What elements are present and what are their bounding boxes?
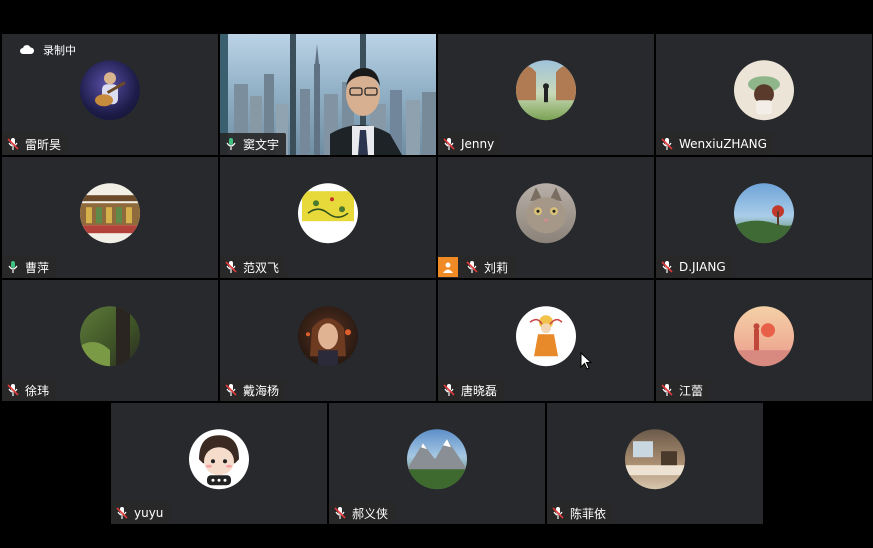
mic-muted-icon[interactable] bbox=[224, 383, 238, 397]
avatar-library bbox=[80, 182, 140, 243]
participant-tile[interactable]: 江蕾 bbox=[656, 280, 872, 401]
participant-name: D.JIANG bbox=[679, 260, 726, 274]
participant-tile[interactable]: 曹萍 bbox=[2, 157, 218, 278]
participant-name: 范双飞 bbox=[243, 260, 280, 275]
person-icon bbox=[443, 262, 453, 273]
avatar-yellow-art bbox=[298, 182, 358, 243]
avatar-cat bbox=[516, 182, 576, 243]
mic-muted-icon[interactable] bbox=[115, 506, 129, 520]
nameplate: 曹萍 bbox=[2, 256, 57, 278]
participant-tile[interactable]: WenxiuZHANG bbox=[656, 34, 872, 155]
avatar-mountain bbox=[407, 428, 467, 489]
nameplate: 唐晓磊 bbox=[438, 379, 505, 401]
nameplate: 刘莉 bbox=[438, 256, 516, 278]
participant-name: 刘莉 bbox=[484, 260, 509, 275]
nameplate: 徐玮 bbox=[2, 379, 57, 401]
participant-tile[interactable]: D.JIANG bbox=[656, 157, 872, 278]
avatar-girl-hat bbox=[734, 59, 794, 120]
recording-label: 录制中 bbox=[43, 44, 76, 57]
host-badge bbox=[438, 257, 458, 277]
nameplate: 江蕾 bbox=[656, 379, 711, 401]
participant-name: yuyu bbox=[134, 506, 164, 520]
mic-muted-icon[interactable] bbox=[6, 137, 20, 151]
participant-tile[interactable]: 刘莉 bbox=[438, 157, 654, 278]
mic-muted-icon[interactable] bbox=[224, 260, 238, 274]
avatar-cartoon bbox=[516, 305, 576, 366]
mic-on-icon[interactable] bbox=[224, 137, 238, 151]
nameplate: 窦文宇 bbox=[220, 133, 287, 155]
avatar-sky bbox=[734, 182, 794, 243]
nameplate: yuyu bbox=[111, 502, 171, 524]
participant-name: 郝义侠 bbox=[352, 506, 389, 521]
nameplate: 陈菲依 bbox=[547, 502, 614, 524]
cloud-icon bbox=[20, 45, 34, 54]
participant-tile[interactable]: 戴海杨 bbox=[220, 280, 436, 401]
participant-tile[interactable]: 唐晓磊 bbox=[438, 280, 654, 401]
mic-muted-icon[interactable] bbox=[333, 506, 347, 520]
mic-muted-icon[interactable] bbox=[551, 506, 565, 520]
nameplate: 郝义侠 bbox=[329, 502, 396, 524]
participant-name: Jenny bbox=[461, 137, 495, 151]
participant-name: 陈菲依 bbox=[570, 506, 607, 521]
avatar-portrait bbox=[298, 305, 358, 366]
mouse-cursor-icon bbox=[580, 352, 592, 370]
participant-tile[interactable]: 录制中 雷昕昊 bbox=[2, 34, 218, 155]
nameplate: WenxiuZHANG bbox=[656, 133, 774, 155]
mic-muted-icon[interactable] bbox=[465, 260, 479, 274]
participant-tile[interactable]: yuyu bbox=[111, 403, 327, 524]
participant-tile[interactable]: 范双飞 bbox=[220, 157, 436, 278]
avatar-guitar bbox=[80, 59, 140, 120]
recording-indicator: 录制中 bbox=[20, 42, 76, 58]
mic-muted-icon[interactable] bbox=[442, 137, 456, 151]
participant-tile[interactable]: 徐玮 bbox=[2, 280, 218, 401]
participant-tile-active-speaker[interactable]: 窦文宇 bbox=[220, 34, 436, 155]
mic-muted-icon[interactable] bbox=[660, 260, 674, 274]
participant-name: 窦文宇 bbox=[243, 137, 280, 152]
participant-name: 江蕾 bbox=[679, 383, 704, 398]
participant-name: 唐晓磊 bbox=[461, 383, 498, 398]
mic-muted-icon[interactable] bbox=[442, 383, 456, 397]
participant-tile[interactable]: 郝义侠 bbox=[329, 403, 545, 524]
participant-name: 雷昕昊 bbox=[25, 137, 62, 152]
participant-name: 徐玮 bbox=[25, 383, 50, 398]
participant-name: WenxiuZHANG bbox=[679, 137, 767, 151]
mic-muted-icon[interactable] bbox=[660, 137, 674, 151]
nameplate: 雷昕昊 bbox=[2, 133, 69, 155]
avatar-chibi bbox=[189, 428, 249, 489]
mic-muted-icon[interactable] bbox=[6, 383, 20, 397]
avatar-sunset bbox=[734, 305, 794, 366]
avatar-courtyard bbox=[516, 59, 576, 120]
nameplate: 范双飞 bbox=[220, 256, 287, 278]
avatar-room bbox=[625, 428, 685, 489]
nameplate: D.JIANG bbox=[656, 256, 733, 278]
mic-muted-icon[interactable] bbox=[660, 383, 674, 397]
participant-name: 曹萍 bbox=[25, 260, 50, 275]
participant-name: 戴海杨 bbox=[243, 383, 280, 398]
participant-tile[interactable]: Jenny bbox=[438, 34, 654, 155]
mic-on-icon[interactable] bbox=[6, 260, 20, 274]
avatar-forest bbox=[80, 305, 140, 366]
participant-tile[interactable]: 陈菲依 bbox=[547, 403, 763, 524]
nameplate: 戴海杨 bbox=[220, 379, 287, 401]
nameplate: Jenny bbox=[438, 133, 502, 155]
